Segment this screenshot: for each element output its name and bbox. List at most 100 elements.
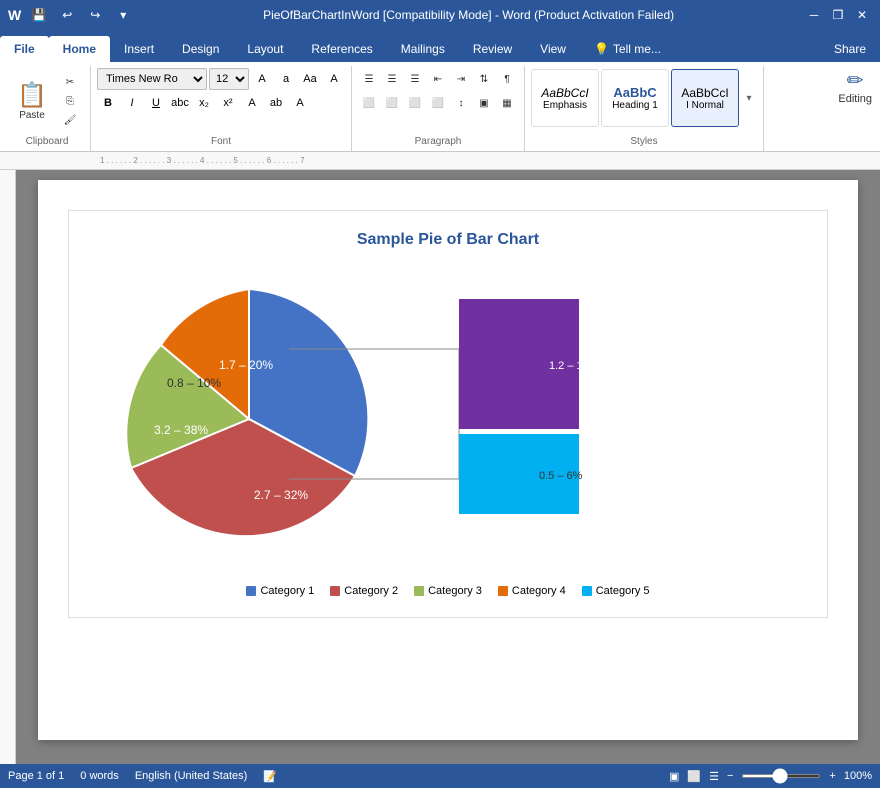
layout-web-icon[interactable]: ⬜ — [687, 770, 701, 783]
font-shrink-button[interactable]: a — [275, 68, 297, 90]
tab-design[interactable]: Design — [168, 36, 233, 62]
show-hide-button[interactable]: ¶ — [496, 68, 518, 90]
zoom-slider[interactable] — [741, 774, 821, 778]
editing-icon: ✏ — [847, 68, 864, 93]
style-heading1[interactable]: AaBbC Heading 1 — [601, 69, 669, 127]
tab-file[interactable]: File — [0, 36, 49, 62]
ruler: 1 . . . . . . 2 . . . . . . 3 . . . . . … — [0, 152, 880, 170]
tab-review[interactable]: Review — [459, 36, 526, 62]
style-normal[interactable]: AaBbCcI I Normal — [671, 69, 739, 127]
clipboard-content: 📋 Paste ✂ ⎘ 🖌 — [10, 68, 84, 134]
style-emphasis[interactable]: AaBbCcI Emphasis — [531, 69, 599, 127]
ruler-content: 1 . . . . . . 2 . . . . . . 3 . . . . . … — [0, 152, 880, 169]
minimize-button[interactable]: ─ — [804, 5, 824, 25]
editing-group: ✏ Editing — [838, 68, 872, 105]
highlight-button[interactable]: ab — [265, 92, 287, 114]
multilevel-button[interactable]: ☰ — [404, 68, 426, 90]
text-effects-button[interactable]: A — [241, 92, 263, 114]
tab-view[interactable]: View — [526, 36, 580, 62]
tab-insert[interactable]: Insert — [110, 36, 168, 62]
share-button[interactable]: Share — [820, 36, 880, 62]
align-left-button[interactable]: ⬜ — [358, 92, 380, 114]
word-count: 0 words — [80, 770, 119, 782]
align-right-button[interactable]: ⬜ — [404, 92, 426, 114]
tab-home[interactable]: Home — [49, 36, 110, 62]
strikethrough-button[interactable]: abc — [169, 92, 191, 114]
tab-layout[interactable]: Layout — [233, 36, 297, 62]
font-size-select[interactable]: 12 — [209, 68, 249, 90]
window-title: PieOfBarChartInWord [Compatibility Mode]… — [133, 8, 804, 22]
format-painter-button[interactable]: 🖌 — [56, 111, 84, 129]
svg-text:0.8 – 10%: 0.8 – 10% — [167, 376, 221, 390]
para-controls: ☰ ☰ ☰ ⇤ ⇥ ⇅ ¶ ⬜ ⬜ ⬜ ⬜ ↕ ▣ ▦ — [358, 68, 518, 114]
paste-icon: 📋 — [17, 81, 47, 110]
title-bar-left: W 💾 ↩ ↪ ▾ — [8, 5, 133, 25]
styles-label: Styles — [630, 134, 657, 149]
sort-button[interactable]: ⇅ — [473, 68, 495, 90]
tab-mailings[interactable]: Mailings — [387, 36, 459, 62]
styles-container: AaBbCcI Emphasis AaBbC Heading 1 AaBbCcI… — [531, 68, 757, 128]
lightbulb-icon: 💡 — [594, 42, 609, 56]
proofing-icon: 📝 — [263, 770, 277, 783]
subscript-button[interactable]: x₂ — [193, 92, 215, 114]
font-controls: Times New Ro 12 A a Aa A B I U abc x₂ x²… — [97, 68, 345, 114]
paste-button[interactable]: 📋 Paste — [10, 73, 54, 129]
line-spacing-button[interactable]: ↕ — [450, 92, 472, 114]
zoom-in-icon[interactable]: + — [829, 770, 835, 782]
title-bar: W 💾 ↩ ↪ ▾ PieOfBarChartInWord [Compatibi… — [0, 0, 880, 30]
svg-text:3.2 – 38%: 3.2 – 38% — [154, 423, 208, 437]
font-color-button[interactable]: A — [289, 92, 311, 114]
para-row1: ☰ ☰ ☰ ⇤ ⇥ ⇅ ¶ — [358, 68, 518, 90]
document-page: Sample Pie of Bar Chart 2.7 — [38, 180, 858, 740]
justify-button[interactable]: ⬜ — [427, 92, 449, 114]
bold-button[interactable]: B — [97, 92, 119, 114]
cut-button[interactable]: ✂ — [56, 73, 84, 91]
save-button[interactable]: 💾 — [29, 5, 49, 25]
layout-normal-icon[interactable]: ▣ — [669, 770, 679, 783]
increase-indent-button[interactable]: ⇥ — [450, 68, 472, 90]
document-scroll[interactable]: Sample Pie of Bar Chart 2.7 — [16, 170, 880, 764]
center-button[interactable]: ⬜ — [381, 92, 403, 114]
quick-access-more-button[interactable]: ▾ — [113, 5, 133, 25]
superscript-button[interactable]: x² — [217, 92, 239, 114]
zoom-out-icon[interactable]: − — [727, 770, 733, 782]
underline-button[interactable]: U — [145, 92, 167, 114]
redo-button[interactable]: ↪ — [85, 5, 105, 25]
chart-area: 2.7 – 32% 3.2 – 38% 0.8 – 10% 1.7 – 20% … — [89, 269, 807, 569]
svg-text:1.7 – 20%: 1.7 – 20% — [219, 358, 273, 372]
normal-preview: AaBbCcI — [681, 86, 728, 100]
close-button[interactable]: ✕ — [852, 5, 872, 25]
font-grow-button[interactable]: A — [251, 68, 273, 90]
restore-button[interactable]: ❒ — [828, 5, 848, 25]
italic-button[interactable]: I — [121, 92, 143, 114]
font-name-select[interactable]: Times New Ro — [97, 68, 207, 90]
status-bar: Page 1 of 1 0 words English (United Stat… — [0, 764, 880, 788]
decrease-indent-button[interactable]: ⇤ — [427, 68, 449, 90]
border-button[interactable]: ▦ — [496, 92, 518, 114]
paragraph-label: Paragraph — [415, 134, 462, 149]
word-logo-icon: W — [8, 7, 21, 23]
styles-scroll[interactable]: ▾ — [741, 68, 757, 128]
emphasis-name: Emphasis — [543, 100, 587, 111]
zoom-level: 100% — [844, 770, 872, 782]
svg-text:2.7 – 32%: 2.7 – 32% — [254, 488, 308, 502]
shading-button[interactable]: ▣ — [473, 92, 495, 114]
svg-text:0.5 – 6%: 0.5 – 6% — [539, 470, 583, 482]
bullets-button[interactable]: ☰ — [358, 68, 380, 90]
layout-outline-icon[interactable]: ☰ — [709, 770, 719, 783]
styles-group: AaBbCcI Emphasis AaBbC Heading 1 AaBbCcI… — [525, 66, 764, 151]
para-row2: ⬜ ⬜ ⬜ ⬜ ↕ ▣ ▦ — [358, 92, 518, 114]
left-ruler — [0, 170, 16, 764]
tab-tell-me[interactable]: 💡 Tell me... — [580, 36, 675, 62]
copy-button[interactable]: ⎘ — [56, 92, 84, 110]
tab-references[interactable]: References — [297, 36, 386, 62]
change-case-button[interactable]: Aa — [299, 68, 321, 90]
numbered-button[interactable]: ☰ — [381, 68, 403, 90]
clear-format-button[interactable]: A — [323, 68, 345, 90]
chart-container: Sample Pie of Bar Chart 2.7 — [68, 210, 828, 618]
emphasis-preview: AaBbCcI — [541, 86, 588, 100]
chart-svg: 2.7 – 32% 3.2 – 38% 0.8 – 10% 1.7 – 20% … — [89, 269, 749, 569]
ribbon-tabs: File Home Insert Design Layout Reference… — [0, 30, 880, 62]
undo-button[interactable]: ↩ — [57, 5, 77, 25]
ribbon: 📋 Paste ✂ ⎘ 🖌 Clipboard Times New Ro 12 … — [0, 62, 880, 152]
